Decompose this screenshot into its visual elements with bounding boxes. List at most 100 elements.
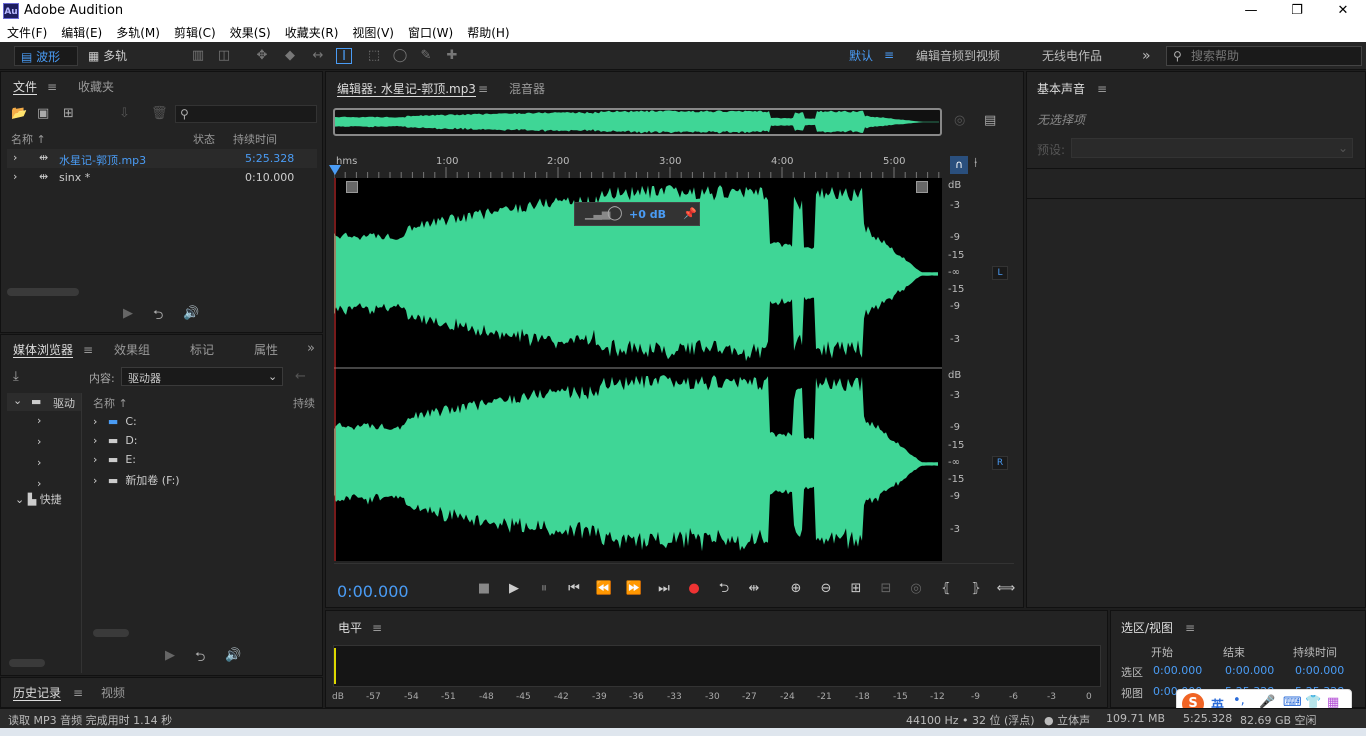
tab-media-browser[interactable]: 媒体浏览器 xyxy=(13,341,74,358)
tab-effects-rack[interactable]: 效果组 xyxy=(114,341,150,358)
history-panel-menu-icon[interactable]: ≡ xyxy=(73,686,83,700)
media-panel-menu-icon[interactable]: ≡ xyxy=(83,343,93,357)
tab-basic-sound[interactable]: 基本声音 xyxy=(1037,80,1085,97)
fade-out-handle-icon[interactable] xyxy=(916,181,928,193)
play-icon[interactable]: ▶ xyxy=(123,306,133,321)
tab-files[interactable]: 文件 xyxy=(13,78,38,95)
workspace-edit-audio-video[interactable]: 编辑音频到视频 xyxy=(916,46,1000,66)
files-panel-menu-icon[interactable]: ≡ xyxy=(47,80,57,94)
tab-mixer[interactable]: 混音器 xyxy=(509,80,545,97)
file-search-input[interactable]: ⚲ xyxy=(175,105,317,123)
panel-options-icon[interactable]: ▤ xyxy=(984,113,996,128)
fade-in-handle-icon[interactable] xyxy=(346,181,358,193)
basic-sound-menu-icon[interactable]: ≡ xyxy=(1097,82,1107,96)
open-file-icon[interactable]: 📂 xyxy=(11,106,27,121)
file-row[interactable]: › ⇹ sinx * 0:10.000 xyxy=(7,168,317,187)
menu-window[interactable]: 窗口(W) xyxy=(401,22,460,42)
import-icon[interactable]: ⤓ xyxy=(13,369,19,384)
loop-icon[interactable]: ⮌ xyxy=(195,648,205,670)
horizontal-scrollbar[interactable] xyxy=(9,659,45,667)
tree-chevron-icon[interactable]: › xyxy=(37,414,41,427)
help-search-input[interactable] xyxy=(1191,48,1357,64)
skip-selection-button[interactable]: ⇹ xyxy=(744,580,764,598)
content-dropdown[interactable]: 驱动器 ⌄ xyxy=(121,367,283,386)
stop-button[interactable]: ■ xyxy=(474,580,494,598)
selection-duration[interactable]: 0:00.000 xyxy=(1295,664,1344,677)
column-name[interactable]: 名称 ↑ xyxy=(93,395,128,411)
tab-properties[interactable]: 属性 xyxy=(254,341,278,358)
channel-right-toggle[interactable]: R xyxy=(992,456,1008,470)
editor-panel-menu-icon[interactable]: ≡ xyxy=(478,82,488,96)
selection-panel-menu-icon[interactable]: ≡ xyxy=(1185,621,1195,635)
move-to-start-button[interactable]: ⏮ xyxy=(564,580,584,598)
menu-help[interactable]: 帮助(H) xyxy=(460,22,516,42)
levels-panel-menu-icon[interactable]: ≡ xyxy=(372,621,382,635)
selection-start[interactable]: 0:00.000 xyxy=(1153,664,1202,677)
panel-more-button[interactable]: » xyxy=(307,341,315,356)
drive-row[interactable]: › ▬ 新加卷 (F:) xyxy=(93,472,315,488)
rewind-button[interactable]: ⏪ xyxy=(594,580,614,598)
tab-favorites[interactable]: 收藏夹 xyxy=(78,78,114,95)
menu-clip[interactable]: 剪辑(C) xyxy=(167,22,223,42)
loop-playback-button[interactable]: ⮌ xyxy=(714,580,734,598)
trash-icon[interactable]: 🗑 xyxy=(151,106,168,121)
workspace-radio[interactable]: 无线电作品 xyxy=(1042,46,1102,66)
play-button[interactable]: ▶ xyxy=(504,580,524,598)
zoom-in-time-icon[interactable]: ⊞ xyxy=(846,580,866,598)
current-time-display[interactable]: 0:00.000 xyxy=(337,582,409,601)
drive-row[interactable]: › ▬ E: xyxy=(93,453,315,466)
waveform-display[interactable]: ▁▃▅ ◯ +0 dB 📌 xyxy=(334,178,942,561)
column-duration[interactable]: 持续时间 xyxy=(233,131,277,147)
column-status[interactable]: 状态 xyxy=(193,131,215,147)
brush-tool-icon[interactable]: ✎ xyxy=(418,48,434,64)
time-selection-tool-icon[interactable]: I xyxy=(336,48,352,64)
drive-row[interactable]: › ▬ D: xyxy=(93,434,315,447)
tree-chevron-icon[interactable]: › xyxy=(37,477,41,490)
pin-icon[interactable]: ⍿ xyxy=(974,156,977,171)
tree-chevron-icon[interactable]: › xyxy=(37,435,41,448)
column-duration[interactable]: 持续 xyxy=(293,395,315,411)
move-tool-icon[interactable]: ✥ xyxy=(254,48,270,64)
close-button[interactable]: ✕ xyxy=(1320,0,1366,22)
waveform-resize-handle[interactable] xyxy=(334,563,1014,569)
workspace-default[interactable]: 默认 xyxy=(849,46,873,66)
tab-levels[interactable]: 电平 xyxy=(338,619,362,636)
razor-tool-icon[interactable]: ◆ xyxy=(282,48,298,64)
multitrack-view-button[interactable]: ▦ 多轨 xyxy=(82,46,148,66)
column-name[interactable]: 名称 ↑ xyxy=(11,131,46,147)
horizontal-scrollbar[interactable] xyxy=(93,629,129,637)
zoom-selection-icon[interactable]: ◎ xyxy=(906,580,926,598)
back-arrow-icon[interactable]: ← xyxy=(295,369,306,384)
zoom-full-icon[interactable]: ⟺ xyxy=(996,580,1016,598)
drive-row[interactable]: › ▬ C: xyxy=(93,415,315,428)
record-button[interactable]: ● xyxy=(684,580,704,598)
new-file-icon[interactable]: ⊞ xyxy=(63,106,74,121)
punctuation-icon[interactable]: •, xyxy=(1233,693,1245,708)
tab-markers[interactable]: 标记 xyxy=(190,341,214,358)
pitch-display-icon[interactable]: ◫ xyxy=(216,48,232,64)
tree-chevron-icon[interactable]: › xyxy=(37,456,41,469)
time-ruler[interactable]: hms 1:00 2:00 3:00 4:00 5:00 xyxy=(329,153,942,178)
move-to-end-button[interactable]: ⏭ xyxy=(654,580,674,598)
snap-magnet-icon[interactable]: ∩ xyxy=(950,156,968,174)
zoom-to-selection-icon[interactable]: ◎ xyxy=(954,113,965,128)
menu-file[interactable]: 文件(F) xyxy=(0,22,54,42)
menu-favorites[interactable]: 收藏夹(R) xyxy=(278,22,346,42)
tree-item-drives[interactable]: ⌄ ▬ 驱动 xyxy=(7,393,81,411)
maximize-button[interactable]: ❐ xyxy=(1274,0,1320,22)
play-icon[interactable]: ▶ xyxy=(165,648,175,663)
chevron-down-icon[interactable]: ⌄ xyxy=(13,394,22,407)
volume-knob-icon[interactable]: ◯ xyxy=(607,205,623,221)
menu-edit[interactable]: 编辑(E) xyxy=(54,22,109,42)
lasso-tool-icon[interactable]: ◯ xyxy=(392,48,408,64)
volume-value[interactable]: +0 dB xyxy=(629,208,666,221)
playhead-marker-icon[interactable] xyxy=(329,165,341,175)
zoom-out-full-icon[interactable]: ⊟ xyxy=(876,580,896,598)
tab-selection-view[interactable]: 选区/视图 xyxy=(1121,619,1173,636)
tab-history[interactable]: 历史记录 xyxy=(13,684,62,701)
zoom-in-amplitude-icon[interactable]: ⊕ xyxy=(786,580,806,598)
menu-multitrack[interactable]: 多轨(M) xyxy=(109,22,167,42)
pause-button[interactable]: ⏸ xyxy=(534,580,554,598)
loop-icon[interactable]: ⮌ xyxy=(153,306,163,328)
minimize-button[interactable]: — xyxy=(1228,0,1274,22)
